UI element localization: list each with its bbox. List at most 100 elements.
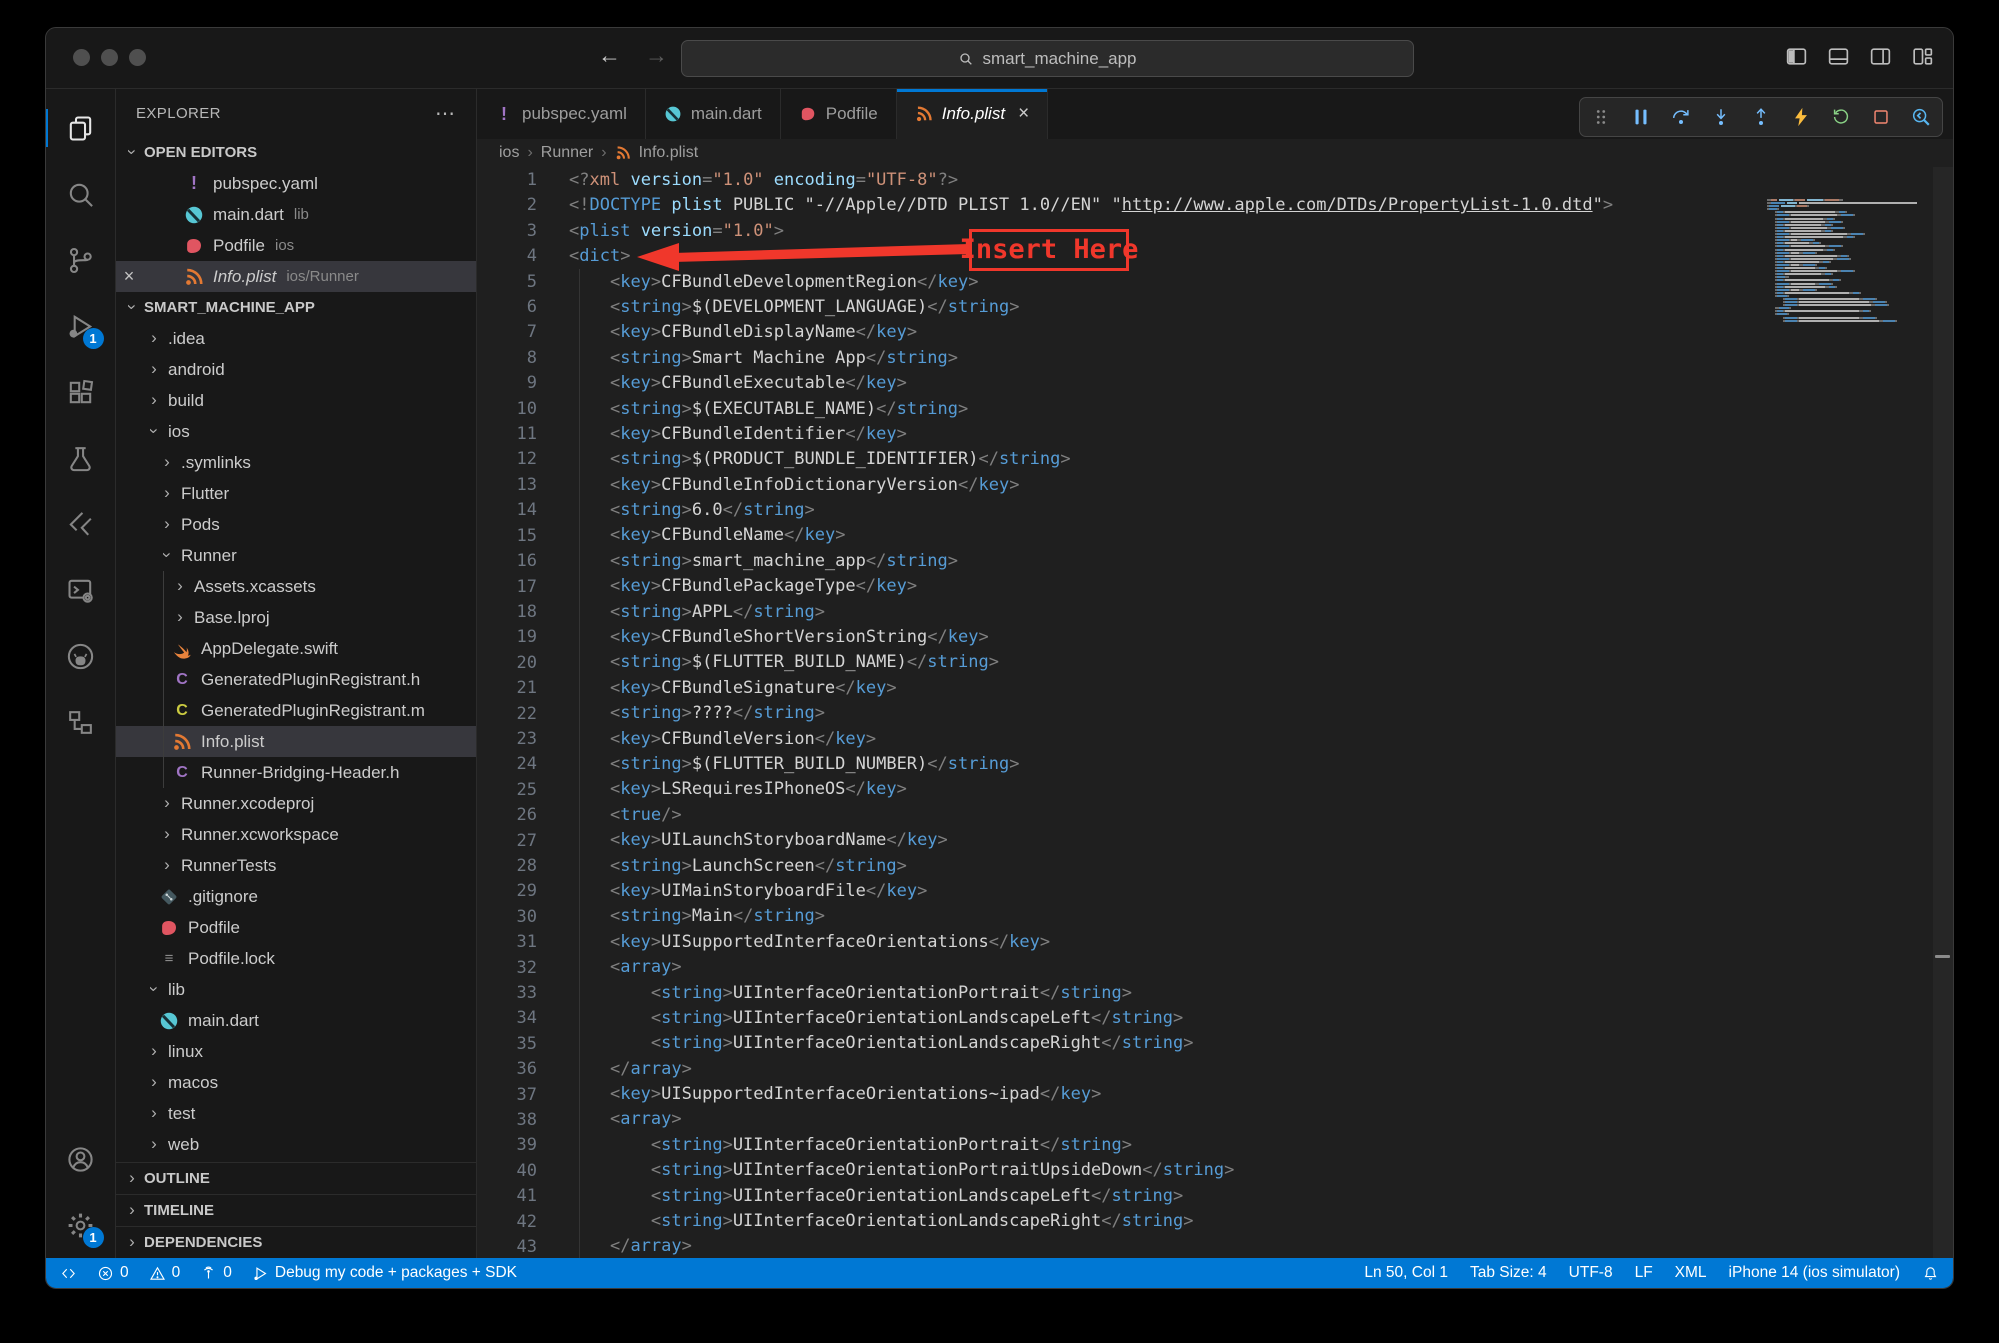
close-window-icon[interactable]: [73, 49, 90, 66]
activity-item-github[interactable]: [46, 623, 116, 689]
tree-item[interactable]: ›Assets.xcassets: [116, 571, 476, 602]
tree-item[interactable]: ›test: [116, 1098, 476, 1129]
breadcrumb-item[interactable]: Info.plist: [639, 144, 699, 162]
tree-item[interactable]: ≡Podfile.lock: [116, 943, 476, 974]
code-token: string: [999, 449, 1060, 469]
tree-item[interactable]: ›Runner.xcworkspace: [116, 819, 476, 850]
activity-item-source-control[interactable]: [46, 227, 116, 293]
open-editors-header[interactable]: › OPEN EDITORS: [116, 137, 476, 168]
tree-item[interactable]: ›Base.lproj: [116, 602, 476, 633]
activity-item-extensions[interactable]: [46, 359, 116, 425]
code-token: key: [856, 678, 887, 698]
layout-customize-icon[interactable]: [1910, 44, 1935, 69]
breadcrumb-item[interactable]: ios: [499, 144, 519, 162]
tree-item[interactable]: ›RunnerTests: [116, 850, 476, 881]
tree-item[interactable]: main.dart: [116, 1005, 476, 1036]
activity-item-explorer[interactable]: [46, 95, 116, 161]
step-over-icon[interactable]: [1670, 106, 1692, 128]
tree-item[interactable]: Info.plist: [116, 726, 476, 757]
tree-item[interactable]: ›build: [116, 385, 476, 416]
status-item[interactable]: [1922, 1265, 1939, 1282]
step-out-icon[interactable]: [1750, 106, 1772, 128]
activity-item-account[interactable]: [46, 1126, 116, 1192]
activity-item-flutter[interactable]: [46, 491, 116, 557]
status-item[interactable]: 0: [200, 1264, 232, 1282]
section-outline[interactable]: ›OUTLINE: [116, 1162, 476, 1194]
tree-item[interactable]: ›Runner.xcodeproj: [116, 788, 476, 819]
step-into-icon[interactable]: [1710, 106, 1732, 128]
project-header[interactable]: › SMART_MACHINE_APP: [116, 292, 476, 323]
minimap[interactable]: [1767, 189, 1917, 322]
traffic-lights[interactable]: [73, 49, 146, 66]
restart-icon[interactable]: [1830, 106, 1852, 128]
activity-item-devtools[interactable]: [46, 557, 116, 623]
grip-icon[interactable]: [1590, 106, 1612, 128]
open-editor-item[interactable]: Podfileios: [116, 230, 476, 261]
status-item[interactable]: 0: [97, 1264, 129, 1282]
tree-item[interactable]: ›web: [116, 1129, 476, 1160]
open-editor-item[interactable]: !pubspec.yaml: [116, 168, 476, 199]
close-icon[interactable]: ×: [1018, 103, 1029, 125]
activity-item-search[interactable]: [46, 161, 116, 227]
tree-item[interactable]: ›Pods: [116, 509, 476, 540]
back-icon[interactable]: ←: [598, 42, 621, 69]
tree-item[interactable]: ›.idea: [116, 323, 476, 354]
minimap-gap: [1767, 224, 1775, 226]
tree-item[interactable]: CRunner-Bridging-Header.h: [116, 757, 476, 788]
zoom-window-icon[interactable]: [129, 49, 146, 66]
activity-item-run-debug[interactable]: 1: [46, 293, 116, 359]
code-token: <: [610, 932, 620, 952]
scrollbar[interactable]: [1933, 167, 1953, 1258]
activity-item-settings[interactable]: 1: [46, 1192, 116, 1258]
status-item[interactable]: Debug my code + packages + SDK: [252, 1264, 517, 1282]
section-timeline[interactable]: ›TIMELINE: [116, 1194, 476, 1226]
code-editor[interactable]: 1234567891011121314151617181920212223242…: [477, 167, 1953, 1258]
command-center-search[interactable]: smart_machine_app: [681, 40, 1414, 77]
layout-sidebar-right-icon[interactable]: [1868, 44, 1893, 69]
tree-item[interactable]: ›linux: [116, 1036, 476, 1067]
status-item[interactable]: [60, 1265, 77, 1282]
tree-item[interactable]: CGeneratedPluginRegistrant.h: [116, 664, 476, 695]
line-number: 38: [477, 1108, 537, 1133]
tree-item[interactable]: ›Runner: [116, 540, 476, 571]
minimap-segment: [1785, 273, 1821, 275]
explorer-more-icon[interactable]: ⋯: [435, 101, 456, 126]
tree-item[interactable]: ›Flutter: [116, 478, 476, 509]
minimize-window-icon[interactable]: [101, 49, 118, 66]
status-item[interactable]: Tab Size: 4: [1470, 1264, 1547, 1282]
activity-item-testing[interactable]: [46, 425, 116, 491]
tab-info-plist[interactable]: Info.plist×: [897, 89, 1048, 139]
activity-item-hierarchy[interactable]: [46, 689, 116, 755]
layout-sidebar-left-icon[interactable]: [1784, 44, 1809, 69]
tree-item[interactable]: Podfile: [116, 912, 476, 943]
layout-panel-icon[interactable]: [1826, 44, 1851, 69]
tab-podfile[interactable]: Podfile: [781, 89, 897, 139]
forward-icon[interactable]: →: [645, 42, 668, 69]
code-token: ????: [692, 703, 733, 723]
inspector-icon[interactable]: [1910, 106, 1932, 128]
status-item[interactable]: XML: [1675, 1264, 1707, 1282]
pause-icon[interactable]: [1630, 106, 1652, 128]
open-editor-item[interactable]: main.dartlib: [116, 199, 476, 230]
tab-main-dart[interactable]: main.dart: [646, 89, 781, 139]
tree-item[interactable]: ›lib: [116, 974, 476, 1005]
hot-reload-icon[interactable]: [1790, 106, 1812, 128]
tree-item[interactable]: ›.symlinks: [116, 447, 476, 478]
tree-item[interactable]: ›macos: [116, 1067, 476, 1098]
tree-item[interactable]: ›android: [116, 354, 476, 385]
status-item[interactable]: iPhone 14 (ios simulator): [1729, 1264, 1900, 1282]
status-item[interactable]: UTF-8: [1569, 1264, 1613, 1282]
status-item[interactable]: Ln 50, Col 1: [1364, 1264, 1448, 1282]
breadcrumb-item[interactable]: Runner: [541, 144, 593, 162]
close-icon[interactable]: ×: [116, 266, 142, 287]
status-item[interactable]: 0: [149, 1264, 181, 1282]
status-item[interactable]: LF: [1635, 1264, 1653, 1282]
tree-item[interactable]: .gitignore: [116, 881, 476, 912]
tree-item[interactable]: AppDelegate.swift: [116, 633, 476, 664]
open-editor-item[interactable]: ×Info.plistios/Runner: [116, 261, 476, 292]
tab-pubspec-yaml[interactable]: !pubspec.yaml: [477, 89, 646, 139]
tree-item[interactable]: ›ios: [116, 416, 476, 447]
stop-icon[interactable]: [1870, 106, 1892, 128]
tree-item[interactable]: CGeneratedPluginRegistrant.m: [116, 695, 476, 726]
section-dependencies[interactable]: ›DEPENDENCIES: [116, 1226, 476, 1258]
